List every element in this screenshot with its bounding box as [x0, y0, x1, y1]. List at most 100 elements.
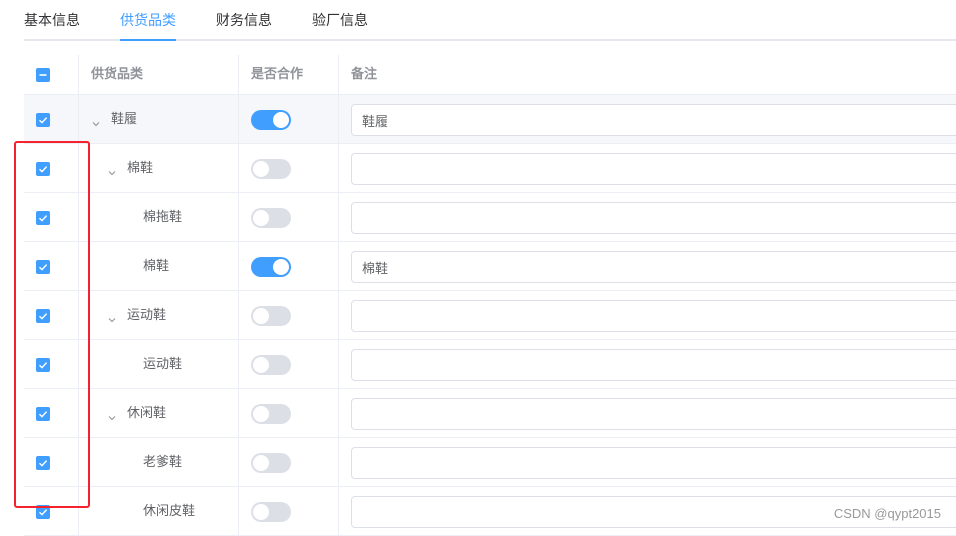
remark-input[interactable]	[351, 251, 956, 283]
cooperate-cell	[239, 144, 339, 192]
header-select-cell	[24, 55, 79, 94]
table-row: 鞋履	[24, 95, 956, 144]
remark-input[interactable]	[351, 398, 956, 430]
chevron-down-icon[interactable]	[107, 408, 117, 421]
row-select-cell	[24, 291, 79, 339]
table-row: 运动鞋	[24, 291, 956, 340]
table-row: 老爹鞋	[24, 438, 956, 487]
row-select-cell	[24, 487, 79, 535]
chevron-down-icon[interactable]	[107, 310, 117, 323]
cooperate-cell	[239, 438, 339, 486]
check-icon	[39, 411, 48, 418]
row-checkbox[interactable]	[36, 162, 50, 176]
check-icon	[39, 362, 48, 369]
toggle-knob	[253, 455, 269, 471]
cooperate-cell	[239, 340, 339, 388]
category-name: 棉鞋	[127, 161, 154, 176]
cooperate-cell	[239, 95, 339, 143]
check-icon	[39, 166, 48, 173]
table-header: 供货品类 是否合作 备注	[24, 55, 956, 95]
cooperate-toggle[interactable]	[251, 453, 291, 473]
tab-factory-audit[interactable]: 验厂信息	[312, 11, 368, 31]
minus-icon	[39, 74, 47, 76]
cooperate-toggle[interactable]	[251, 355, 291, 375]
remark-cell	[339, 389, 956, 437]
check-icon	[39, 215, 48, 222]
active-tab-indicator	[120, 39, 176, 41]
row-select-cell	[24, 438, 79, 486]
category-cell: 运动鞋	[79, 291, 239, 339]
table-row: 运动鞋	[24, 340, 956, 389]
category-name: 棉拖鞋	[143, 210, 183, 225]
table-row: 休闲鞋	[24, 389, 956, 438]
cooperate-toggle[interactable]	[251, 257, 291, 277]
row-checkbox[interactable]	[36, 113, 50, 127]
row-select-cell	[24, 389, 79, 437]
toggle-knob	[253, 210, 269, 226]
category-cell: 鞋履	[79, 95, 239, 143]
cooperate-toggle[interactable]	[251, 208, 291, 228]
table-row: 休闲皮鞋	[24, 487, 956, 536]
remark-input[interactable]	[351, 300, 956, 332]
remark-input[interactable]	[351, 153, 956, 185]
row-select-cell	[24, 193, 79, 241]
cooperate-toggle[interactable]	[251, 110, 291, 130]
table-row: 棉鞋	[24, 242, 956, 291]
row-checkbox[interactable]	[36, 358, 50, 372]
category-name: 老爹鞋	[143, 455, 183, 470]
remark-input[interactable]	[351, 202, 956, 234]
cooperate-cell	[239, 291, 339, 339]
header-remark: 备注	[351, 67, 378, 82]
row-select-cell	[24, 340, 79, 388]
row-checkbox[interactable]	[36, 260, 50, 274]
row-checkbox[interactable]	[36, 211, 50, 225]
chevron-down-icon[interactable]	[107, 163, 117, 176]
check-icon	[39, 509, 48, 516]
table-row: 棉拖鞋	[24, 193, 956, 242]
table-row: 棉鞋	[24, 144, 956, 193]
remark-cell	[339, 95, 956, 143]
cooperate-toggle[interactable]	[251, 306, 291, 326]
toggle-knob	[253, 406, 269, 422]
select-all-checkbox[interactable]	[36, 68, 50, 82]
remark-cell	[339, 340, 956, 388]
remark-input[interactable]	[351, 104, 956, 136]
check-icon	[39, 460, 48, 467]
category-name: 运动鞋	[127, 308, 167, 323]
category-cell: 休闲皮鞋	[79, 487, 239, 535]
cooperate-cell	[239, 193, 339, 241]
tab-bar: 基本信息 供货品类 财务信息 验厂信息	[0, 0, 956, 41]
remark-cell	[339, 438, 956, 486]
category-cell: 棉鞋	[79, 144, 239, 192]
toggle-knob	[253, 161, 269, 177]
row-checkbox[interactable]	[36, 456, 50, 470]
cooperate-toggle[interactable]	[251, 502, 291, 522]
row-select-cell	[24, 95, 79, 143]
remark-input[interactable]	[351, 349, 956, 381]
row-checkbox[interactable]	[36, 407, 50, 421]
row-checkbox[interactable]	[36, 309, 50, 323]
category-cell: 休闲鞋	[79, 389, 239, 437]
tab-finance-info[interactable]: 财务信息	[216, 11, 272, 31]
chevron-down-icon[interactable]	[91, 114, 101, 127]
category-name: 鞋履	[111, 112, 138, 127]
category-cell: 棉拖鞋	[79, 193, 239, 241]
remark-cell	[339, 144, 956, 192]
category-cell: 老爹鞋	[79, 438, 239, 486]
cooperate-toggle[interactable]	[251, 159, 291, 179]
category-name: 棉鞋	[143, 259, 170, 274]
cooperate-toggle[interactable]	[251, 404, 291, 424]
toggle-knob	[253, 308, 269, 324]
row-select-cell	[24, 144, 79, 192]
header-category: 供货品类	[79, 55, 239, 94]
watermark: CSDN @qypt2015	[833, 506, 941, 521]
check-icon	[39, 117, 48, 124]
cooperate-cell	[239, 487, 339, 535]
tab-basic-info[interactable]: 基本信息	[24, 11, 80, 31]
remark-cell	[339, 193, 956, 241]
cooperate-cell	[239, 242, 339, 290]
remark-input[interactable]	[351, 447, 956, 479]
row-checkbox[interactable]	[36, 505, 50, 519]
remark-cell	[339, 291, 956, 339]
tab-supply-category[interactable]: 供货品类	[120, 11, 176, 31]
